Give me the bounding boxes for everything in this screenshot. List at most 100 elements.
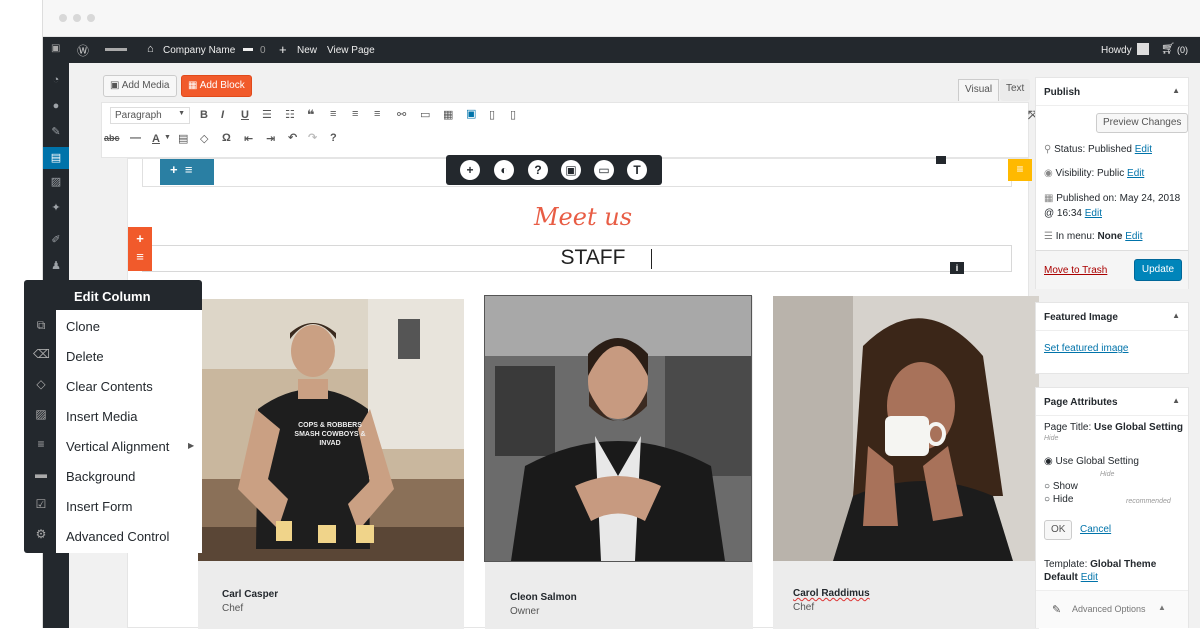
section-controls[interactable]: + ≡ xyxy=(128,227,152,271)
horizontal-line-icon[interactable]: — xyxy=(130,132,141,144)
chevron-down-icon[interactable]: ▼ xyxy=(164,134,171,141)
row-controls[interactable]: + ≡ xyxy=(160,159,214,185)
align-right-icon[interactable]: ≡ xyxy=(374,108,380,120)
add-block-button[interactable]: ▦ Add Block xyxy=(181,75,252,97)
edit-menu-link[interactable]: Edit xyxy=(1125,231,1142,242)
comments-count[interactable]: 0 xyxy=(260,45,266,56)
help-icon[interactable]: ? xyxy=(330,132,337,144)
menu-icon[interactable]: ≡ xyxy=(128,248,152,266)
block-handle[interactable] xyxy=(936,156,946,164)
strikethrough-icon[interactable]: abc xyxy=(104,133,120,143)
menu-item-advanced-control[interactable]: Advanced Control xyxy=(66,529,169,544)
column-menu-button[interactable]: ≡ xyxy=(1008,159,1032,181)
redo-icon[interactable]: ↷ xyxy=(308,131,317,144)
menu-item-background[interactable]: Background xyxy=(66,469,135,484)
tab-text[interactable]: Text xyxy=(1000,79,1031,101)
add-media-button[interactable]: ▣ Add Media xyxy=(103,75,177,97)
plus-icon[interactable]: + xyxy=(128,230,152,248)
plus-icon[interactable]: + xyxy=(170,162,178,177)
menu-item-delete[interactable]: Delete xyxy=(66,349,104,364)
media-icon[interactable]: ▨ xyxy=(48,175,64,189)
layout-icon[interactable]: ▭ xyxy=(594,160,614,180)
cancel-link[interactable]: Cancel xyxy=(1080,524,1111,535)
advanced-options-row[interactable]: ✎ Advanced Options ▲ xyxy=(1036,590,1188,628)
radio-icon[interactable]: ○ xyxy=(1044,481,1050,492)
help-icon[interactable]: ? xyxy=(528,160,548,180)
bullet-list-icon[interactable]: ☰ xyxy=(262,108,272,121)
collapse-up-icon[interactable]: ▲ xyxy=(1158,603,1166,612)
users-icon[interactable]: ♟ xyxy=(48,259,64,273)
read-more-icon[interactable]: ▭ xyxy=(420,108,430,121)
indent-icon[interactable]: ⇥ xyxy=(266,132,275,145)
preview-changes-button[interactable]: Preview Changes xyxy=(1096,113,1189,133)
mobile-icon[interactable]: ▯ xyxy=(510,108,516,121)
edit-template-link[interactable]: Edit xyxy=(1081,572,1098,583)
text-icon[interactable]: T xyxy=(627,160,647,180)
publish-header[interactable]: Publish ▲ xyxy=(1036,78,1188,106)
pin-icon[interactable]: ● xyxy=(48,99,64,113)
paragraph-select[interactable]: Paragraph ▼ xyxy=(110,107,190,124)
featured-image-header[interactable]: Featured Image ▲ xyxy=(1036,303,1188,331)
edit-date-link[interactable]: Edit xyxy=(1085,208,1102,219)
staff-heading[interactable]: STAFF xyxy=(523,246,663,270)
text-color-icon[interactable]: A xyxy=(152,133,160,145)
wordpress-logo-icon[interactable]: Ⓦ xyxy=(77,42,89,59)
special-character-icon[interactable]: Ω xyxy=(222,132,231,144)
fullwidth-icon[interactable]: ▦ xyxy=(443,108,453,121)
radio-selected-icon[interactable]: ◉ xyxy=(1044,456,1053,467)
collapse-up-icon[interactable]: ▲ xyxy=(1172,86,1180,95)
brush-icon[interactable]: ✎ xyxy=(48,125,64,139)
menu-collapse-icon[interactable] xyxy=(105,48,127,51)
edit-visibility-link[interactable]: Edit xyxy=(1127,168,1144,179)
menu-item-clone[interactable]: Clone xyxy=(66,319,100,334)
view-page-link[interactable]: View Page xyxy=(327,45,375,56)
shield-icon[interactable]: ◐ xyxy=(494,160,514,180)
link-icon[interactable]: ⚯ xyxy=(397,108,406,121)
pushpin-icon[interactable]: ✦ xyxy=(48,201,64,215)
clear-formatting-icon[interactable]: ◇ xyxy=(200,132,208,145)
collapse-up-icon[interactable]: ▲ xyxy=(1172,396,1180,405)
dashboard-icon[interactable]: ◔ xyxy=(48,73,64,87)
staff-card[interactable]: Carol Raddimus Chef xyxy=(773,296,1039,629)
tablet-icon[interactable]: ▯ xyxy=(489,108,495,121)
menu-icon[interactable]: ≡ xyxy=(185,162,193,177)
new-link[interactable]: New xyxy=(297,45,317,56)
blockquote-icon[interactable]: ❝ xyxy=(307,107,315,123)
tab-visual[interactable]: Visual xyxy=(958,79,1000,101)
info-icon[interactable]: i xyxy=(950,262,964,274)
align-center-icon[interactable]: ≡ xyxy=(352,108,358,120)
radio-hide[interactable]: ○ Hide xyxy=(1044,494,1073,505)
desktop-icon[interactable]: ▣ xyxy=(466,107,476,120)
collapse-up-icon[interactable]: ▲ xyxy=(1172,311,1180,320)
cart-count[interactable]: (0) xyxy=(1177,45,1188,55)
move-to-trash-link[interactable]: Move to Trash xyxy=(1044,265,1107,276)
edit-status-link[interactable]: Edit xyxy=(1135,144,1152,155)
align-left-icon[interactable]: ≡ xyxy=(330,108,336,120)
menu-item-vertical-alignment[interactable]: Vertical Alignment xyxy=(66,439,169,454)
radio-show[interactable]: ○ Show xyxy=(1044,481,1078,492)
set-featured-image-link[interactable]: Set featured image xyxy=(1044,343,1129,354)
ok-button[interactable]: OK xyxy=(1044,520,1073,540)
toggle-sidebar-icon[interactable]: ▣ xyxy=(51,43,60,54)
bold-icon[interactable]: B xyxy=(200,109,208,121)
radio-icon[interactable]: ○ xyxy=(1044,494,1050,505)
avatar[interactable] xyxy=(1137,43,1149,55)
outdent-icon[interactable]: ⇤ xyxy=(244,132,253,145)
menu-item-insert-form[interactable]: Insert Form xyxy=(66,499,132,514)
page-attributes-header[interactable]: Page Attributes ▲ xyxy=(1036,388,1188,416)
paste-text-icon[interactable]: ▤ xyxy=(178,132,188,145)
update-button[interactable]: Update xyxy=(1134,259,1182,281)
howdy-label[interactable]: Howdy xyxy=(1101,45,1132,56)
undo-icon[interactable]: ↶ xyxy=(288,131,297,144)
staff-card[interactable]: COPS & ROBBERS SMASH COWBOYS & INVAD Car… xyxy=(198,299,464,629)
plus-circle-icon[interactable]: + xyxy=(460,160,480,180)
menu-item-insert-media[interactable]: Insert Media xyxy=(66,409,138,424)
site-name-link[interactable]: Company Name xyxy=(163,45,235,56)
radio-use-global[interactable]: ◉ Use Global Setting xyxy=(1044,456,1139,467)
image-icon[interactable]: ▣ xyxy=(561,160,581,180)
underline-icon[interactable]: U xyxy=(241,109,249,121)
tools-icon[interactable]: ✐ xyxy=(48,233,64,247)
numbered-list-icon[interactable]: ☷ xyxy=(285,108,295,121)
italic-icon[interactable]: I xyxy=(221,109,224,121)
menu-item-clear-contents[interactable]: Clear Contents xyxy=(66,379,153,394)
